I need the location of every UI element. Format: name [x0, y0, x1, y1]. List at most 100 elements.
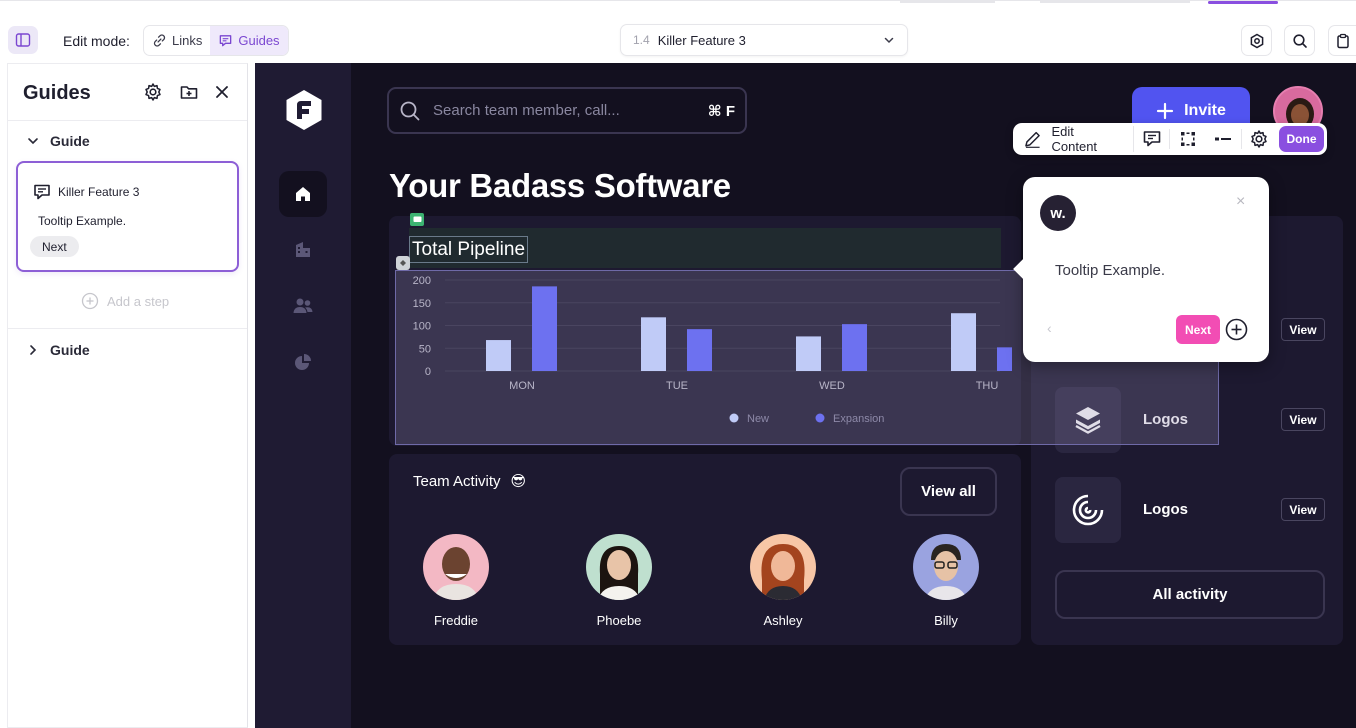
member-avatar: [586, 534, 652, 600]
view-button[interactable]: View: [1281, 498, 1325, 521]
add-step-button[interactable]: Add a step: [81, 292, 169, 310]
tooltip-body[interactable]: Tooltip Example.: [1055, 262, 1165, 279]
top-strip: [900, 1, 1278, 4]
nav-buildings[interactable]: [279, 227, 327, 273]
chart-y-tick-label: 150: [413, 298, 431, 310]
pipeline-title[interactable]: Total Pipeline: [409, 236, 529, 263]
comment-pin-icon: [413, 216, 421, 222]
view-button[interactable]: View: [1281, 408, 1325, 431]
nav-team[interactable]: [279, 283, 327, 329]
clipboard-button[interactable]: [1328, 25, 1356, 56]
hexagon-settings-icon: [1250, 33, 1263, 48]
team-member[interactable]: Freddie: [411, 534, 501, 628]
gear-icon: [145, 83, 161, 101]
nav-home[interactable]: [279, 171, 327, 217]
done-button[interactable]: Done: [1279, 126, 1324, 152]
member-name: Ashley: [763, 613, 803, 628]
view-button[interactable]: View: [1281, 318, 1325, 341]
tooltip-next-button[interactable]: Next: [1176, 315, 1220, 344]
gear-icon: [1251, 130, 1268, 148]
link-icon: [153, 34, 166, 47]
close-guides-button[interactable]: [211, 81, 233, 103]
sidebar-toggle-button[interactable]: [8, 26, 38, 54]
mode-guides-button[interactable]: Guides: [210, 26, 288, 55]
page-select-dropdown[interactable]: 1.4 Killer Feature 3: [620, 24, 908, 56]
tooltip-step-icon: [34, 184, 50, 200]
logo-item-name: Logos: [1143, 501, 1188, 518]
chart-legend-marker: [815, 413, 825, 423]
edit-mode-toggle: Links Guides: [143, 25, 289, 56]
app-sidebar: [255, 63, 351, 728]
member-avatar: [750, 534, 816, 600]
progress-dash-icon: [1215, 137, 1232, 141]
chart-bar-expansion: [842, 324, 867, 371]
step-settings-button[interactable]: [1242, 126, 1277, 152]
element-handle-icon: [400, 260, 406, 266]
plus-circle-icon: [81, 292, 99, 310]
element-handle-badge[interactable]: [396, 256, 410, 270]
tooltip-type-button[interactable]: [1134, 126, 1169, 152]
guides-settings-button[interactable]: [142, 81, 164, 103]
team-search-input[interactable]: [433, 102, 708, 119]
chart-x-tick-label: THU: [976, 380, 999, 392]
guides-panel-title: Guides: [23, 82, 91, 104]
nav-reports[interactable]: [279, 339, 327, 385]
pen-icon: [1025, 131, 1040, 148]
member-name: Billy: [934, 613, 958, 628]
guide-pin-badge[interactable]: [410, 213, 424, 226]
guide-section-label: Guide: [50, 133, 90, 149]
chart-y-tick-label: 200: [413, 275, 431, 287]
home-icon: [296, 187, 310, 201]
preview-settings-button[interactable]: [1241, 25, 1272, 56]
team-member[interactable]: Ashley: [738, 534, 828, 628]
team-search[interactable]: ⌘ F: [387, 87, 747, 134]
users-icon: [293, 298, 313, 313]
progress-bar-button[interactable]: [1206, 126, 1241, 152]
tooltip-back-button[interactable]: ‹: [1047, 320, 1052, 336]
edit-content-button[interactable]: Edit Content: [1023, 124, 1135, 154]
chart-legend-label: New: [747, 413, 769, 425]
chart-y-tick-label: 50: [419, 343, 431, 355]
edit-content-label: Edit Content: [1051, 124, 1098, 154]
chart-x-tick-label: MON: [509, 380, 535, 392]
select-element-button[interactable]: [1170, 126, 1205, 152]
mode-links-button[interactable]: Links: [144, 26, 210, 55]
editor-topbar: Edit mode: Links Guides 1.4 Killer Featu…: [0, 0, 1356, 62]
view-all-button[interactable]: View all: [900, 467, 997, 516]
search-icon: [1292, 33, 1307, 48]
team-member[interactable]: Billy: [901, 534, 991, 628]
team-member[interactable]: Phoebe: [574, 534, 664, 628]
guide-step-card[interactable]: Killer Feature 3 Tooltip Example. Next: [16, 161, 239, 272]
step-title: Killer Feature 3: [58, 185, 140, 199]
chart-bar-new: [951, 313, 976, 371]
clipboard-icon: [1336, 33, 1349, 48]
guides-panel: Guides Guide Killer Feature 3 Tooltip Ex…: [7, 63, 248, 728]
mode-guides-label: Guides: [238, 33, 280, 48]
brand-logo-icon: [286, 90, 322, 130]
chevron-right-icon: [30, 345, 37, 355]
search-button[interactable]: [1284, 25, 1315, 56]
member-avatar: [913, 534, 979, 600]
chart-y-tick-label: 0: [425, 366, 431, 378]
search-icon: [400, 101, 420, 120]
chevron-down-icon: [28, 138, 38, 145]
sunglasses-emoji-icon: 😎: [510, 473, 527, 490]
page-select-value: Killer Feature 3: [657, 32, 746, 48]
spiral-logo-icon: [1072, 494, 1104, 526]
step-next-button[interactable]: Next: [30, 236, 79, 257]
logo-list-item: Logos View: [1055, 477, 1325, 543]
add-button-plus-icon[interactable]: [1225, 318, 1248, 341]
guide-section-label: Guide: [50, 342, 90, 358]
guide-tooltip: w. × Tooltip Example. ‹ Next: [1023, 177, 1269, 362]
team-activity-card: Team Activity 😎 View all Freddie Phoebe: [389, 454, 1021, 645]
folder-plus-icon: [180, 86, 198, 99]
team-activity-label: Team Activity: [413, 472, 501, 490]
guide-section-collapsed[interactable]: Guide: [26, 342, 90, 358]
page-number: 1.4: [633, 33, 650, 47]
add-folder-button[interactable]: [178, 81, 200, 103]
close-icon: [216, 86, 228, 98]
guide-section-expanded[interactable]: Guide: [26, 133, 90, 149]
sidebar-panel-icon: [15, 33, 31, 47]
tooltip-close-button[interactable]: ×: [1236, 193, 1245, 211]
all-activity-button[interactable]: All activity: [1055, 570, 1325, 619]
